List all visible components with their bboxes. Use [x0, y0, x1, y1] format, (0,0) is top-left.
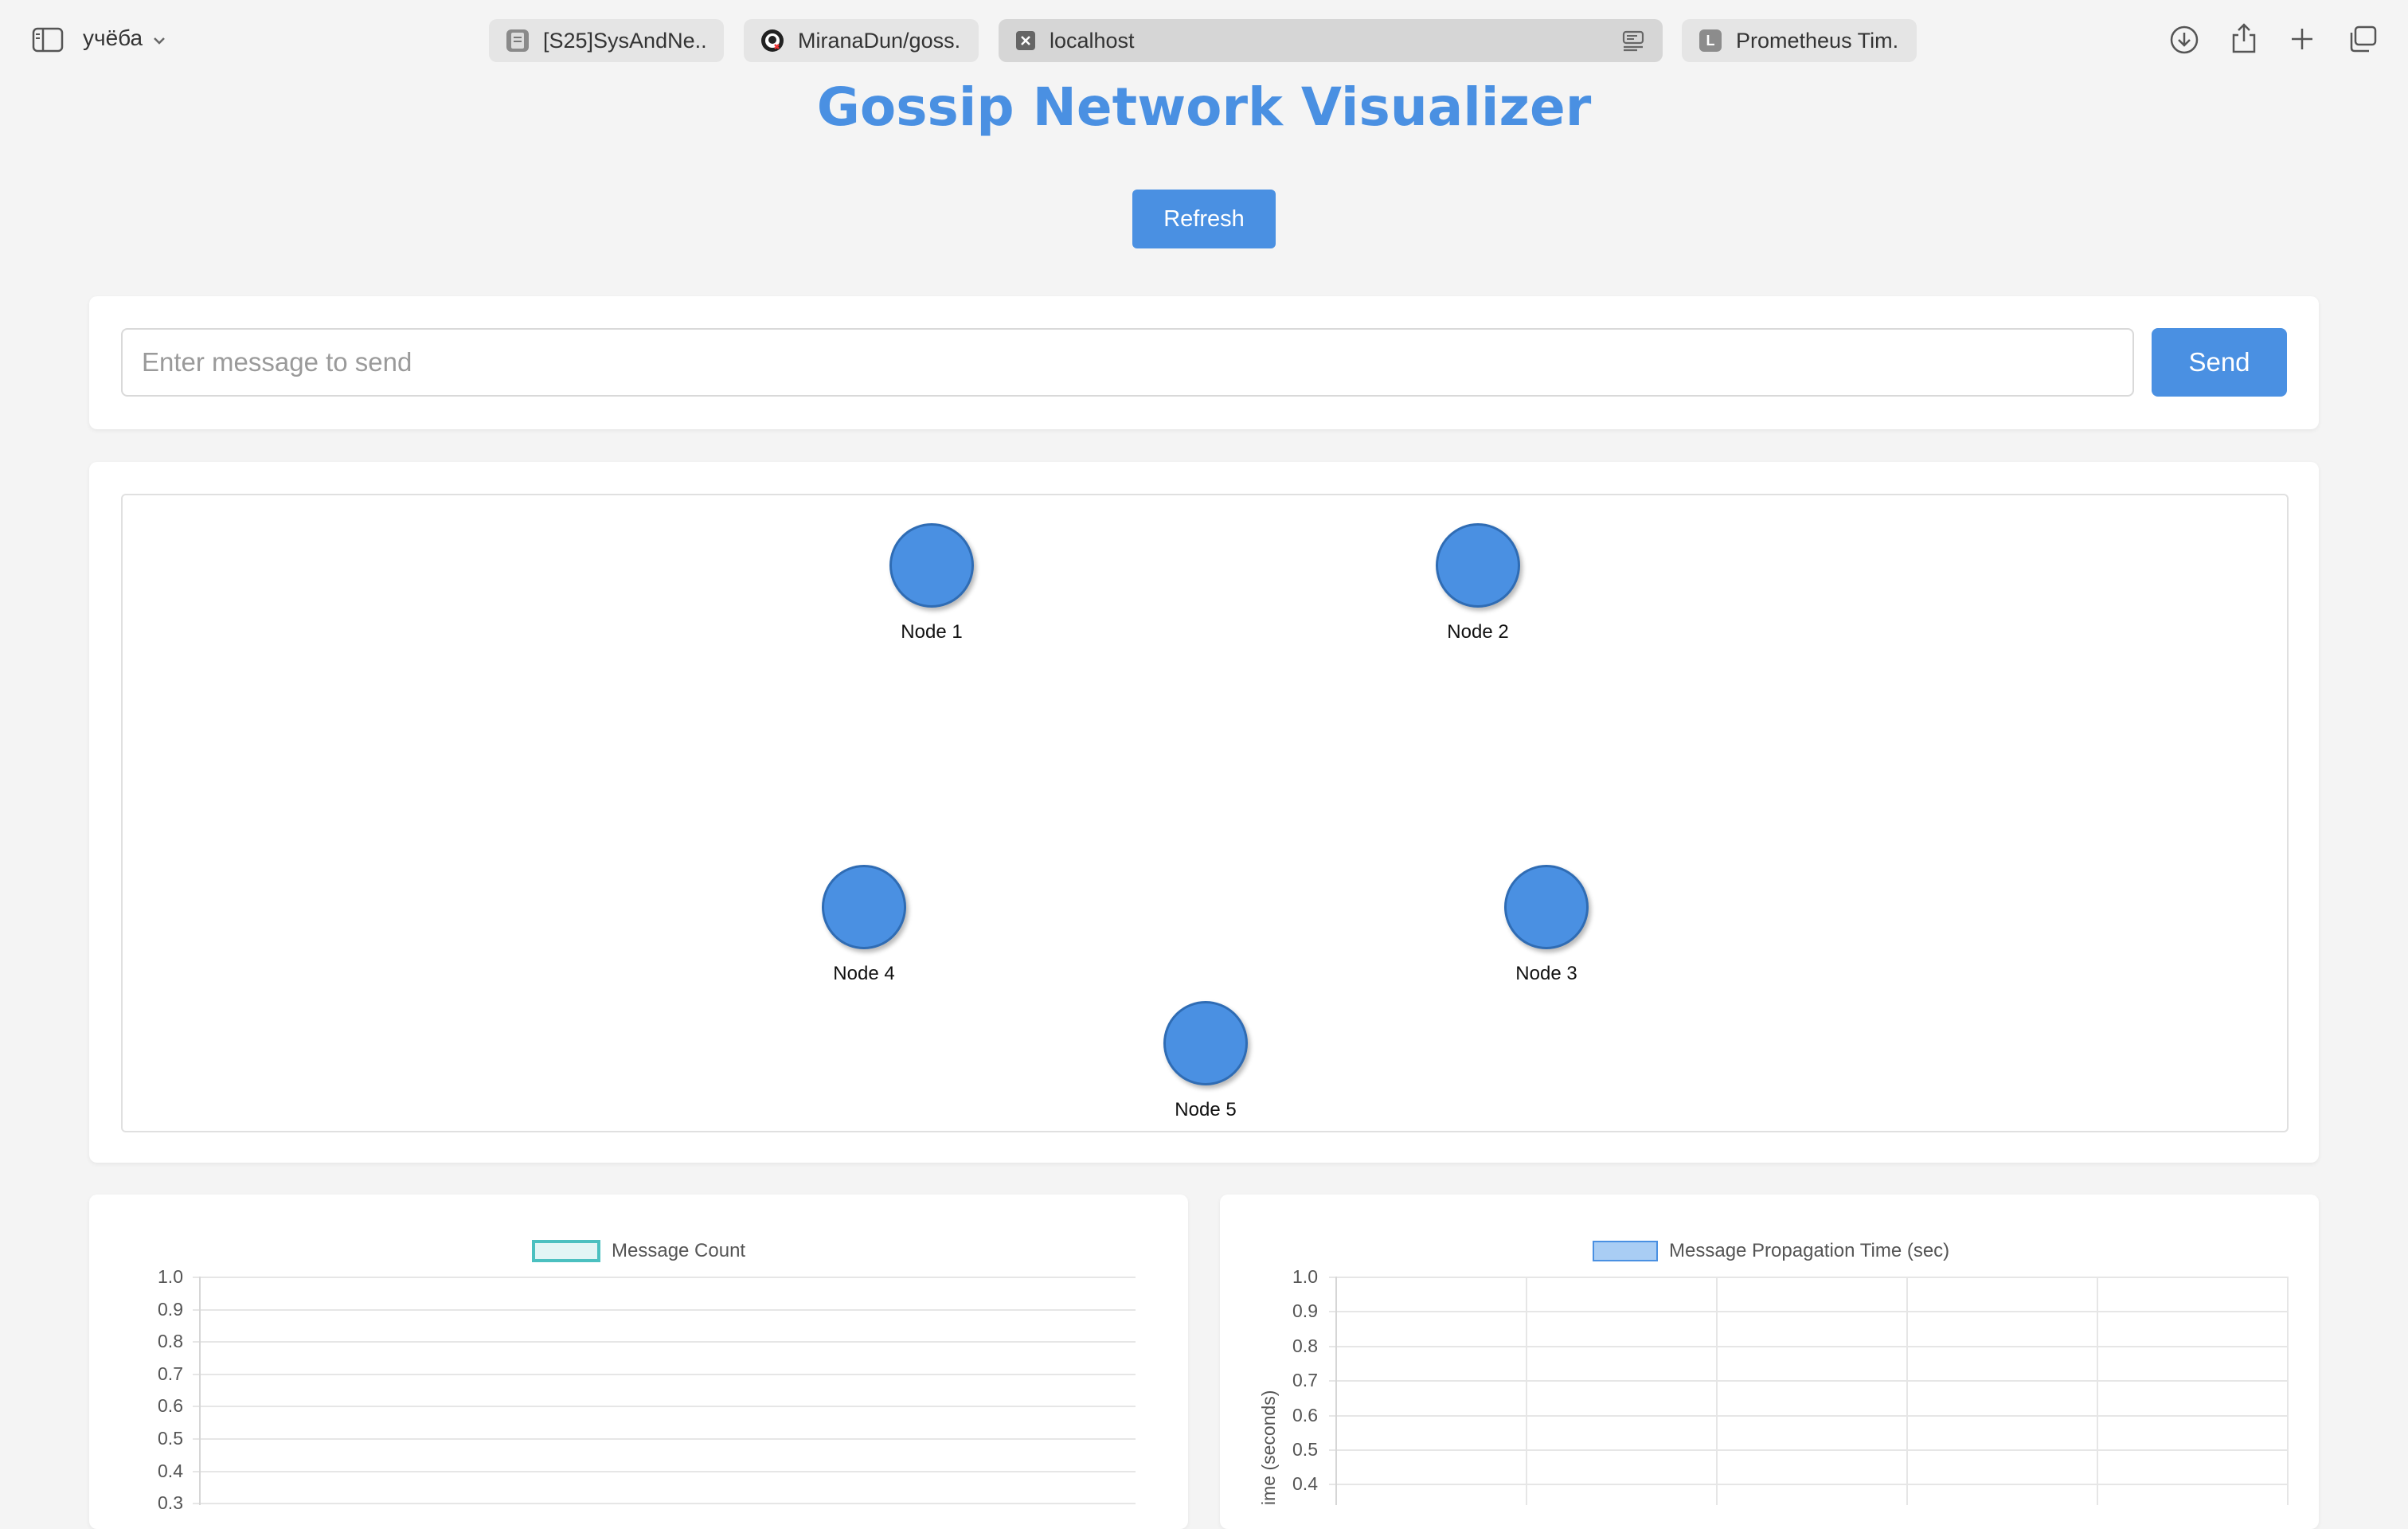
chart-gridline — [193, 1341, 1136, 1343]
legend-label: Message Propagation Time (sec) — [1669, 1240, 1950, 1261]
chart-gridline — [193, 1406, 1136, 1408]
chart-vertical-gridline — [2097, 1277, 2098, 1505]
tab-sysandnet[interactable]: [S25]SysAndNe... — [489, 19, 724, 62]
legend-label: Message Count — [612, 1240, 746, 1261]
node-1-circle[interactable] — [889, 523, 974, 608]
browser-toolbar: учёба [S25]SysAndNe... MiranaDun/goss...… — [0, 0, 2408, 83]
y-tick-label: 0.9 — [158, 1298, 183, 1320]
tab-github-repo[interactable]: MiranaDun/goss... — [744, 19, 979, 62]
chart-gridline — [1329, 1277, 2287, 1278]
y-tick-label: 0.4 — [1292, 1473, 1318, 1495]
page-title: Gossip Network Visualizer — [816, 76, 1592, 138]
tab-label: localhost — [1050, 28, 1135, 53]
chart-gridline — [193, 1373, 1136, 1375]
y-tick-label: 0.6 — [1292, 1404, 1318, 1425]
refresh-button[interactable]: Refresh — [1132, 190, 1276, 248]
tab-label: Prometheus Tim... — [1736, 28, 1899, 53]
node-5-circle[interactable] — [1163, 1001, 1248, 1085]
chart-vertical-gridline — [1716, 1277, 1718, 1505]
node-5-label: Node 5 — [1175, 1099, 1237, 1120]
letter-favicon-icon: L — [1699, 29, 1722, 52]
reader-mode-icon[interactable] — [1621, 29, 1645, 57]
message-input[interactable] — [121, 328, 2134, 397]
new-tab-icon[interactable] — [2289, 25, 2316, 57]
chart-gridline — [1329, 1484, 2287, 1486]
share-icon[interactable] — [2230, 22, 2258, 58]
tab-label: [S25]SysAndNe... — [543, 28, 706, 53]
tab-prometheus[interactable]: L Prometheus Tim... — [1682, 19, 1917, 62]
tab-overview-icon[interactable] — [2347, 25, 2378, 57]
y-tick-label: 0.7 — [1292, 1370, 1318, 1391]
chart-gridline — [1329, 1449, 2287, 1451]
chart-legend[interactable]: Message Count — [532, 1240, 745, 1262]
tab-group-selector[interactable]: учёба — [83, 25, 166, 51]
y-axis-line — [1335, 1277, 1337, 1505]
chart-gridline — [193, 1308, 1136, 1311]
y-tick-label: 1.0 — [1292, 1266, 1318, 1287]
chart-vertical-gridline — [2287, 1277, 2289, 1505]
chart-legend[interactable]: Message Propagation Time (sec) — [1593, 1240, 1949, 1262]
node-1-label: Node 1 — [901, 621, 963, 643]
y-tick-label: 0.8 — [1292, 1335, 1318, 1356]
y-tick-label: 0.6 — [158, 1395, 183, 1417]
y-axis-line — [199, 1277, 201, 1505]
y-tick-label: 0.8 — [158, 1331, 183, 1352]
y-tick-label: 0.5 — [158, 1428, 183, 1449]
node-4-label: Node 4 — [833, 963, 895, 984]
chart-gridline — [1329, 1380, 2287, 1382]
y-tick-label: 1.0 — [158, 1266, 183, 1287]
node-4-circle[interactable] — [822, 865, 906, 949]
chevron-down-icon — [152, 25, 166, 51]
y-tick-label: 0.3 — [158, 1492, 183, 1514]
legend-swatch — [1593, 1241, 1658, 1261]
node-2-circle[interactable] — [1436, 523, 1520, 608]
tab-localhost[interactable]: localhost — [999, 19, 1663, 62]
document-icon — [506, 29, 529, 52]
y-tick-label: 0.4 — [158, 1460, 183, 1481]
y-tick-label: 0.7 — [158, 1363, 183, 1384]
sidebar-toggle-icon[interactable] — [32, 27, 64, 57]
chart-vertical-gridline — [1526, 1277, 1527, 1505]
chart-gridline — [193, 1470, 1136, 1472]
github-icon — [761, 29, 784, 52]
node-3-circle[interactable] — [1504, 865, 1589, 949]
y-tick-label: 0.5 — [1292, 1439, 1318, 1460]
close-tab-icon[interactable] — [1016, 31, 1035, 50]
chart-gridline — [1329, 1311, 2287, 1313]
chart-gridline — [1329, 1345, 2287, 1347]
chart-gridline — [193, 1277, 1136, 1278]
tab-label: MiranaDun/goss... — [798, 28, 961, 53]
y-tick-label: 0.9 — [1292, 1300, 1318, 1322]
chart-gridline — [193, 1438, 1136, 1440]
downloads-icon[interactable] — [2169, 25, 2199, 59]
chart-gridline — [1329, 1414, 2287, 1417]
legend-swatch — [532, 1240, 600, 1262]
send-button[interactable]: Send — [2152, 328, 2287, 397]
tab-group-label: учёба — [83, 25, 143, 50]
node-3-label: Node 3 — [1515, 963, 1577, 984]
chart-vertical-gridline — [1906, 1277, 1908, 1505]
chart-gridline — [193, 1503, 1136, 1505]
node-2-label: Node 2 — [1447, 621, 1509, 643]
